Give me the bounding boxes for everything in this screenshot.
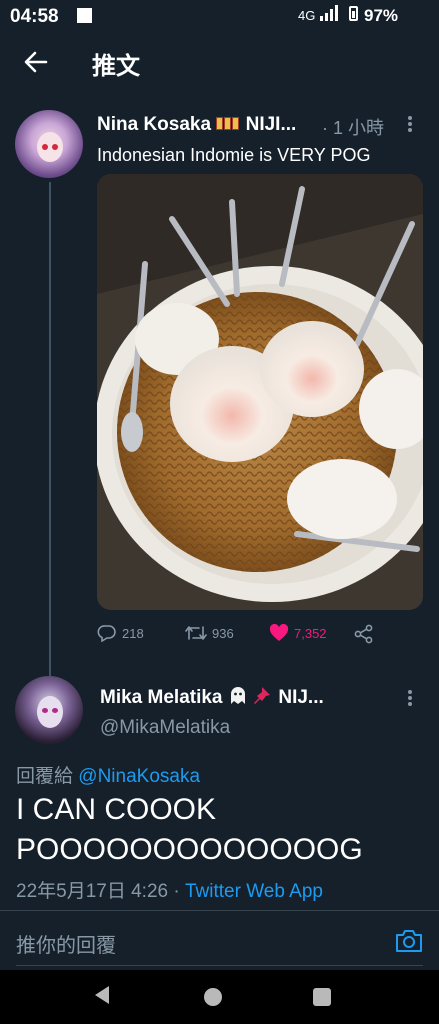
reply-icon — [97, 625, 116, 642]
author-name[interactable]: Nina Kosaka NIJI... — [97, 114, 296, 136]
battery-icon — [349, 6, 358, 21]
reply-input-underline — [16, 965, 423, 966]
heart-icon — [269, 624, 289, 641]
slot-machine-icon — [216, 114, 240, 136]
notification-icon — [77, 8, 92, 23]
reply-count: 218 — [122, 625, 144, 641]
tweet-photo[interactable] — [97, 174, 423, 610]
tweet-actions: 218 936 7,352 — [97, 624, 423, 646]
reply-context: 回覆給 @NinaKosaka — [16, 766, 201, 787]
retweet-icon — [185, 626, 207, 640]
tweet-text: Indonesian Indomie is VERY POG — [97, 145, 371, 165]
retweet-button[interactable]: 936 — [185, 624, 234, 642]
battery-level: 97% — [364, 6, 399, 25]
pin-icon — [253, 685, 273, 711]
nav-recent-icon[interactable] — [313, 988, 331, 1006]
nav-home-icon[interactable] — [204, 988, 222, 1006]
tweet-time: · 1 小時 — [322, 118, 385, 138]
source-link[interactable]: Twitter Web App — [185, 881, 323, 902]
network-label: 4G — [298, 8, 316, 23]
tweet-timestamp: 22年5月17日 4:26 · Twitter Web App — [16, 881, 323, 902]
author-name[interactable]: Mika Melatika NIJ... — [100, 685, 324, 711]
share-icon — [354, 624, 373, 644]
author-handle: @MikaMelatika — [100, 717, 231, 738]
reply-input[interactable]: 推你的回覆 — [16, 929, 116, 958]
share-button[interactable] — [354, 624, 379, 644]
like-count: 7,352 — [294, 625, 327, 641]
more-icon[interactable] — [404, 114, 416, 134]
like-button[interactable]: 7,352 — [269, 624, 327, 642]
thread-connector — [49, 182, 51, 676]
tweet-text: I CAN COOOK POOOOOOOOOOOOOG — [16, 793, 363, 866]
signal-icon — [320, 5, 338, 21]
back-arrow-icon[interactable] — [22, 48, 50, 76]
avatar[interactable] — [15, 110, 83, 178]
more-icon[interactable] — [404, 688, 416, 708]
reply-button[interactable]: 218 — [97, 624, 144, 642]
retweet-count: 936 — [212, 625, 234, 641]
status-time: 04:58 — [10, 6, 59, 27]
avatar[interactable] — [15, 676, 83, 744]
page-title: 推文 — [92, 53, 140, 80]
ghost-icon — [228, 685, 248, 711]
nav-back-icon[interactable] — [93, 985, 111, 1005]
mention-link[interactable]: @NinaKosaka — [78, 766, 200, 787]
camera-icon[interactable] — [395, 928, 423, 954]
divider — [0, 910, 439, 911]
